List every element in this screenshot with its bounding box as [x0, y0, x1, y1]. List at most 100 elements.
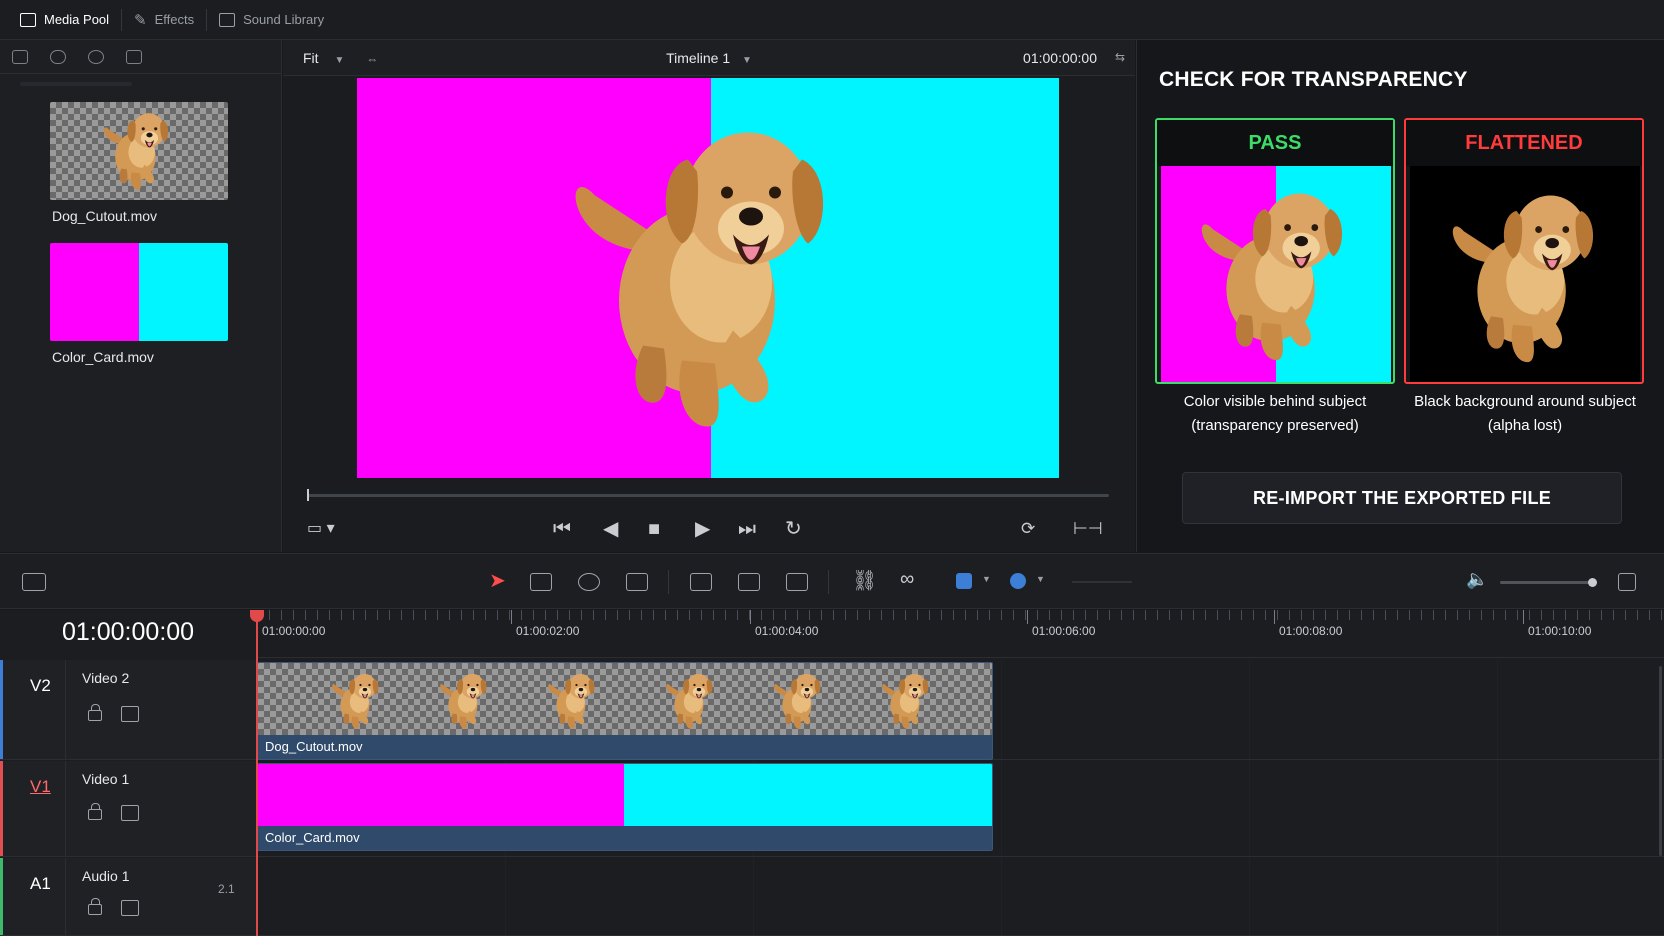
clip-label: Color_Card.mov	[258, 826, 992, 850]
track-id-column	[4, 858, 66, 935]
overwrite-clip-icon[interactable]	[738, 573, 760, 591]
skip-to-start-icon[interactable]: ⏮	[553, 514, 571, 544]
track-color-bar	[0, 761, 3, 856]
reimport-button[interactable]: RE-IMPORT THE EXPORTED FILE	[1182, 472, 1622, 524]
lock-icon[interactable]	[88, 803, 102, 820]
play-icon[interactable]: ▶	[695, 514, 710, 544]
clip-name[interactable]: Color_Card.mov	[52, 349, 154, 365]
link-icon[interactable]: ⛓	[852, 568, 877, 593]
clip-name[interactable]: Dog_Cutout.mov	[52, 208, 157, 224]
loop-icon[interactable]: ↻	[785, 514, 802, 544]
bin-path	[20, 82, 132, 86]
track-name: Video 2	[82, 670, 130, 686]
track-id-column	[4, 761, 66, 856]
flattened-caption-line1: Black background around subject	[1414, 393, 1636, 410]
timeline-toolbar: ➤ ⛓ ∞ ▼ ▼ 🔈	[0, 553, 1664, 609]
dog-image	[662, 667, 718, 735]
ruler-label: 01:00:00:00	[262, 624, 326, 638]
magenta-half	[50, 243, 139, 341]
clip-thumbnail-color-card[interactable]	[50, 243, 228, 341]
in-out-icon[interactable]: ⊢⊣	[1073, 514, 1103, 544]
tab-media-pool-label: Media Pool	[44, 12, 110, 27]
timeline-clip-dog-cutout[interactable]: Dog_Cutout.mov	[257, 662, 993, 760]
metadata-icon[interactable]	[126, 49, 142, 64]
insert-clip-icon[interactable]	[690, 573, 712, 591]
skip-to-end-icon[interactable]: ⏭	[738, 514, 756, 544]
toolbar-divider	[828, 570, 829, 594]
dog-image	[436, 667, 492, 735]
timeline-select[interactable]: Timeline 1 ▼	[283, 50, 1135, 66]
volume-slider[interactable]	[1500, 578, 1597, 587]
marker-icon[interactable]	[1010, 573, 1026, 589]
blade-tool-icon[interactable]	[578, 573, 600, 591]
filter-icon[interactable]	[50, 49, 66, 64]
chevron-down-icon: ▼	[742, 55, 752, 66]
timeline-timecode: 01:00:00:00	[62, 618, 195, 646]
dynamic-trim-icon[interactable]	[626, 573, 648, 591]
pass-caption-line2: (transparency preserved)	[1191, 417, 1359, 434]
pass-caption: Color visible behind subject (transparen…	[1150, 390, 1400, 438]
replace-clip-icon[interactable]	[786, 573, 808, 591]
ruler-label: 01:00:02:00	[516, 624, 580, 638]
ruler-label: 01:00:06:00	[1032, 624, 1096, 638]
ruler-label: 01:00:04:00	[755, 624, 819, 638]
ruler-major-tick	[750, 610, 751, 624]
tab-effects[interactable]: ✎ Effects	[122, 4, 206, 36]
dog-image	[98, 106, 176, 196]
panel-title: CHECK FOR TRANSPARENCY	[1159, 68, 1468, 91]
volume-icon[interactable]: 🔈	[1466, 569, 1488, 590]
tab-sound-library[interactable]: Sound Library	[207, 4, 336, 36]
chevron-down-icon[interactable]: ▼	[982, 574, 991, 584]
track-toggle-icon[interactable]	[121, 706, 139, 722]
clip-thumbnail-dog-cutout[interactable]	[50, 102, 228, 200]
effects-wand-icon: ✎	[134, 11, 147, 29]
tab-media-pool[interactable]: Media Pool	[8, 4, 121, 36]
zoom-slider[interactable]	[1072, 581, 1132, 583]
timeline-clip-color-card[interactable]: Color_Card.mov	[257, 763, 993, 851]
track-lane-a1[interactable]	[257, 858, 1664, 936]
cyan-half	[624, 764, 992, 828]
track-header-v2[interactable]: V2 Video 2	[0, 660, 256, 760]
options-icon[interactable]: ⇆	[1115, 50, 1125, 64]
lock-icon[interactable]	[88, 704, 102, 721]
ruler-major-tick	[1027, 610, 1028, 624]
dog-image	[544, 667, 600, 735]
flag-icon[interactable]	[956, 573, 972, 589]
viewer-panel: Fit ▼ ⇔ Timeline 1 ▼ 01:00:00:00 ⇆ ▭ ▾ ⏮…	[283, 40, 1135, 552]
timeline-ruler[interactable]: 01:00:00:00 01:00:02:00 01:00:04:00 01:0…	[257, 610, 1664, 658]
track-color-bar	[0, 660, 3, 759]
scrub-bar[interactable]	[307, 489, 1109, 501]
track-toggle-icon[interactable]	[121, 805, 139, 821]
selection-pointer-icon[interactable]: ➤	[489, 568, 506, 593]
track-header-a1[interactable]: A1 Audio 1 2.1	[0, 858, 256, 936]
track-color-bar	[0, 858, 3, 935]
list-view-icon[interactable]	[12, 49, 28, 64]
flattened-caption-line2: (alpha lost)	[1487, 417, 1563, 434]
stop-icon[interactable]: ■	[648, 514, 660, 544]
tab-sound-library-label: Sound Library	[243, 12, 325, 27]
viewer-timecode: 01:00:00:00	[1023, 50, 1097, 66]
ruler-label: 01:00:08:00	[1279, 624, 1343, 638]
track-id-column	[4, 660, 66, 759]
playhead[interactable]	[250, 610, 264, 936]
panel-layout-icon[interactable]	[1618, 573, 1636, 591]
pass-caption-line1: Color visible behind subject	[1183, 393, 1367, 410]
flattened-preview	[1410, 166, 1640, 382]
search-icon[interactable]	[88, 49, 104, 64]
track-header-v1[interactable]: V1 Video 1	[0, 761, 256, 857]
keyboard-icon[interactable]	[22, 573, 46, 591]
linked-selection-icon[interactable]: ∞	[900, 568, 914, 591]
chevron-down-icon[interactable]: ▼	[1036, 574, 1045, 584]
track-toggle-icon[interactable]	[121, 900, 139, 916]
pass-card: PASS	[1155, 118, 1395, 384]
trim-tool-icon[interactable]	[530, 573, 552, 591]
safe-area-icon[interactable]: ▭ ▾	[307, 514, 335, 544]
lock-icon[interactable]	[88, 898, 102, 915]
viewer-header: Fit ▼ ⇔ Timeline 1 ▼ 01:00:00:00 ⇆	[283, 40, 1135, 76]
match-frame-icon[interactable]: ⟳	[1021, 514, 1035, 544]
timeline-panel: 01:00:00:00 01:00:00:00 01:00:02:00 01:0…	[0, 610, 1664, 936]
vertical-scrollbar[interactable]	[1659, 666, 1662, 856]
play-reverse-icon[interactable]: ◀	[603, 514, 618, 544]
flattened-card: FLATTENED	[1404, 118, 1644, 384]
viewer-frame	[357, 78, 1059, 478]
